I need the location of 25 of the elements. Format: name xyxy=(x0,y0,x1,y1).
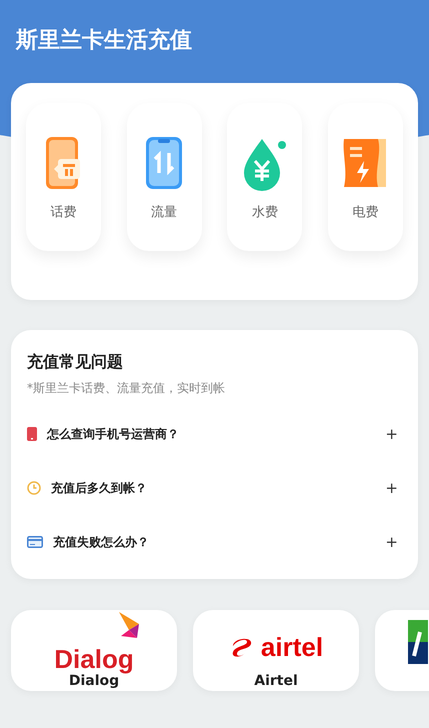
phone-icon xyxy=(27,427,37,441)
operator-card[interactable]: Dialog Dialog xyxy=(11,610,177,691)
water-drop-icon xyxy=(242,137,288,191)
expand-button[interactable]: + xyxy=(381,425,402,443)
clock-icon xyxy=(27,481,41,495)
service-tile[interactable]: 水费 xyxy=(227,103,302,251)
faq-question[interactable]: 怎么查询手机号运营商？ xyxy=(47,426,382,442)
airtel-logo: airtel xyxy=(260,633,324,661)
operator-card[interactable]: airtel Airtel xyxy=(193,610,359,691)
credit-card-icon xyxy=(27,536,43,548)
faq-title: 充值常见问题 xyxy=(27,352,124,373)
faq-subtitle: *斯里兰卡话费、流量充值，实时到帐 xyxy=(27,380,226,397)
mobitel-logo-icon xyxy=(408,620,428,664)
expand-button[interactable]: + xyxy=(381,479,402,497)
faq-question[interactable]: 充值后多久到帐？ xyxy=(51,480,382,496)
faq-question[interactable]: 充值失败怎么办？ xyxy=(53,534,382,550)
page-title: 斯里兰卡生活充值 xyxy=(16,26,193,55)
service-tile[interactable]: 电费 xyxy=(328,103,403,251)
operator-name: Airtel xyxy=(254,673,298,689)
service-tile[interactable]: 话费 xyxy=(26,103,101,251)
service-tile[interactable]: 流量 xyxy=(126,103,202,251)
operator-name: Dialog xyxy=(68,673,120,689)
expand-button[interactable]: + xyxy=(381,533,402,551)
dialog-logo: Dialog xyxy=(54,645,134,673)
phone-data-icon xyxy=(146,137,182,191)
